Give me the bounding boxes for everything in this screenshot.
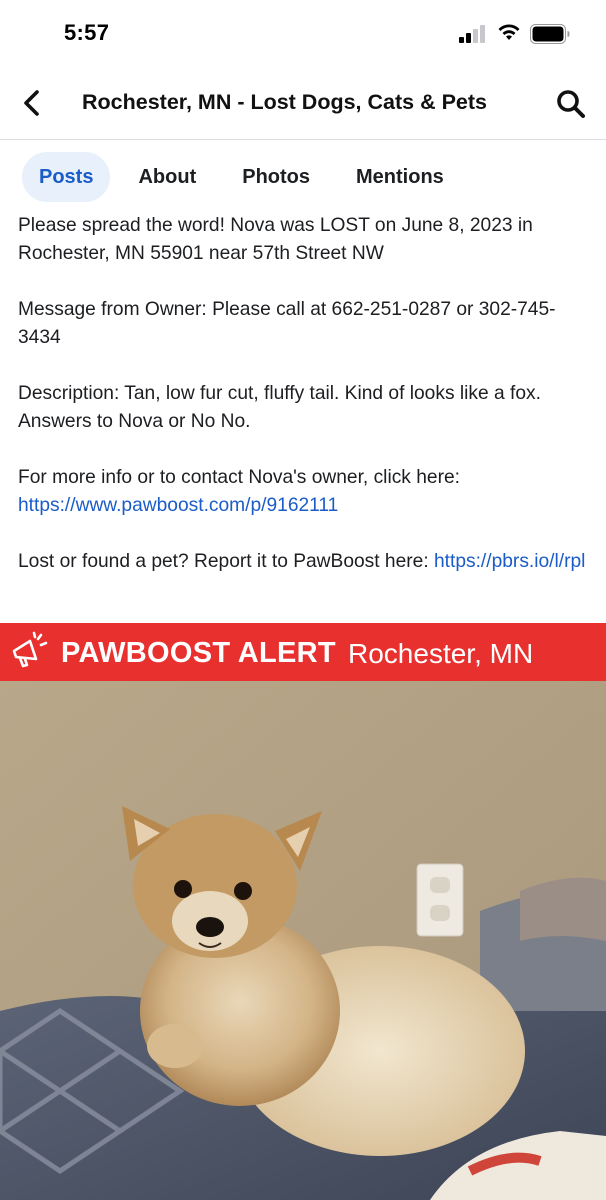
megaphone-icon [12, 631, 48, 668]
battery-icon [530, 24, 570, 44]
tab-posts[interactable]: Posts [22, 152, 111, 202]
alert-title: PAWBOOST ALERT [61, 637, 336, 669]
search-icon[interactable] [555, 88, 587, 120]
back-chevron-icon[interactable] [18, 88, 48, 118]
alert-location: Rochester, MN [348, 638, 534, 669]
post-body: Please spread the word! Nova was LOST on… [18, 212, 592, 576]
pawboost-pet-link[interactable]: https://www.pawboost.com/p/9162111 [18, 495, 338, 516]
more-info-text: For more info or to contact Nova's owner… [18, 467, 460, 488]
post-paragraph-lost: Please spread the word! Nova was LOST on… [18, 215, 533, 264]
group-header: Rochester, MN - Lost Dogs, Cats & Pets [0, 66, 606, 140]
post-paragraph-more-info: For more info or to contact Nova's owner… [18, 464, 592, 520]
group-tabs: Posts About Photos Mentions [22, 152, 472, 202]
status-bar: 5:57 [0, 0, 606, 66]
group-title[interactable]: Rochester, MN - Lost Dogs, Cats & Pets [82, 90, 487, 115]
pawboost-report-link[interactable]: https://pbrs.io/l/rpl [434, 551, 585, 572]
tab-photos[interactable]: Photos [224, 152, 328, 202]
post-paragraph-report: Lost or found a pet? Report it to PawBoo… [18, 548, 592, 576]
pawboost-alert-banner[interactable]: PAWBOOST ALERT Rochester, MN [0, 623, 606, 681]
lost-dog-photo[interactable] [0, 681, 606, 1200]
post-paragraph-description: Description: Tan, low fur cut, fluffy ta… [18, 383, 541, 432]
dog-photo-illustration [0, 681, 606, 1200]
wifi-icon [498, 24, 520, 40]
cellular-signal-icon [459, 25, 485, 43]
tab-mentions[interactable]: Mentions [338, 152, 462, 202]
post-paragraph-owner-message: Message from Owner: Please call at 662-2… [18, 299, 556, 348]
report-text: Lost or found a pet? Report it to PawBoo… [18, 551, 429, 572]
tab-about[interactable]: About [120, 152, 214, 202]
status-time: 5:57 [64, 20, 110, 45]
